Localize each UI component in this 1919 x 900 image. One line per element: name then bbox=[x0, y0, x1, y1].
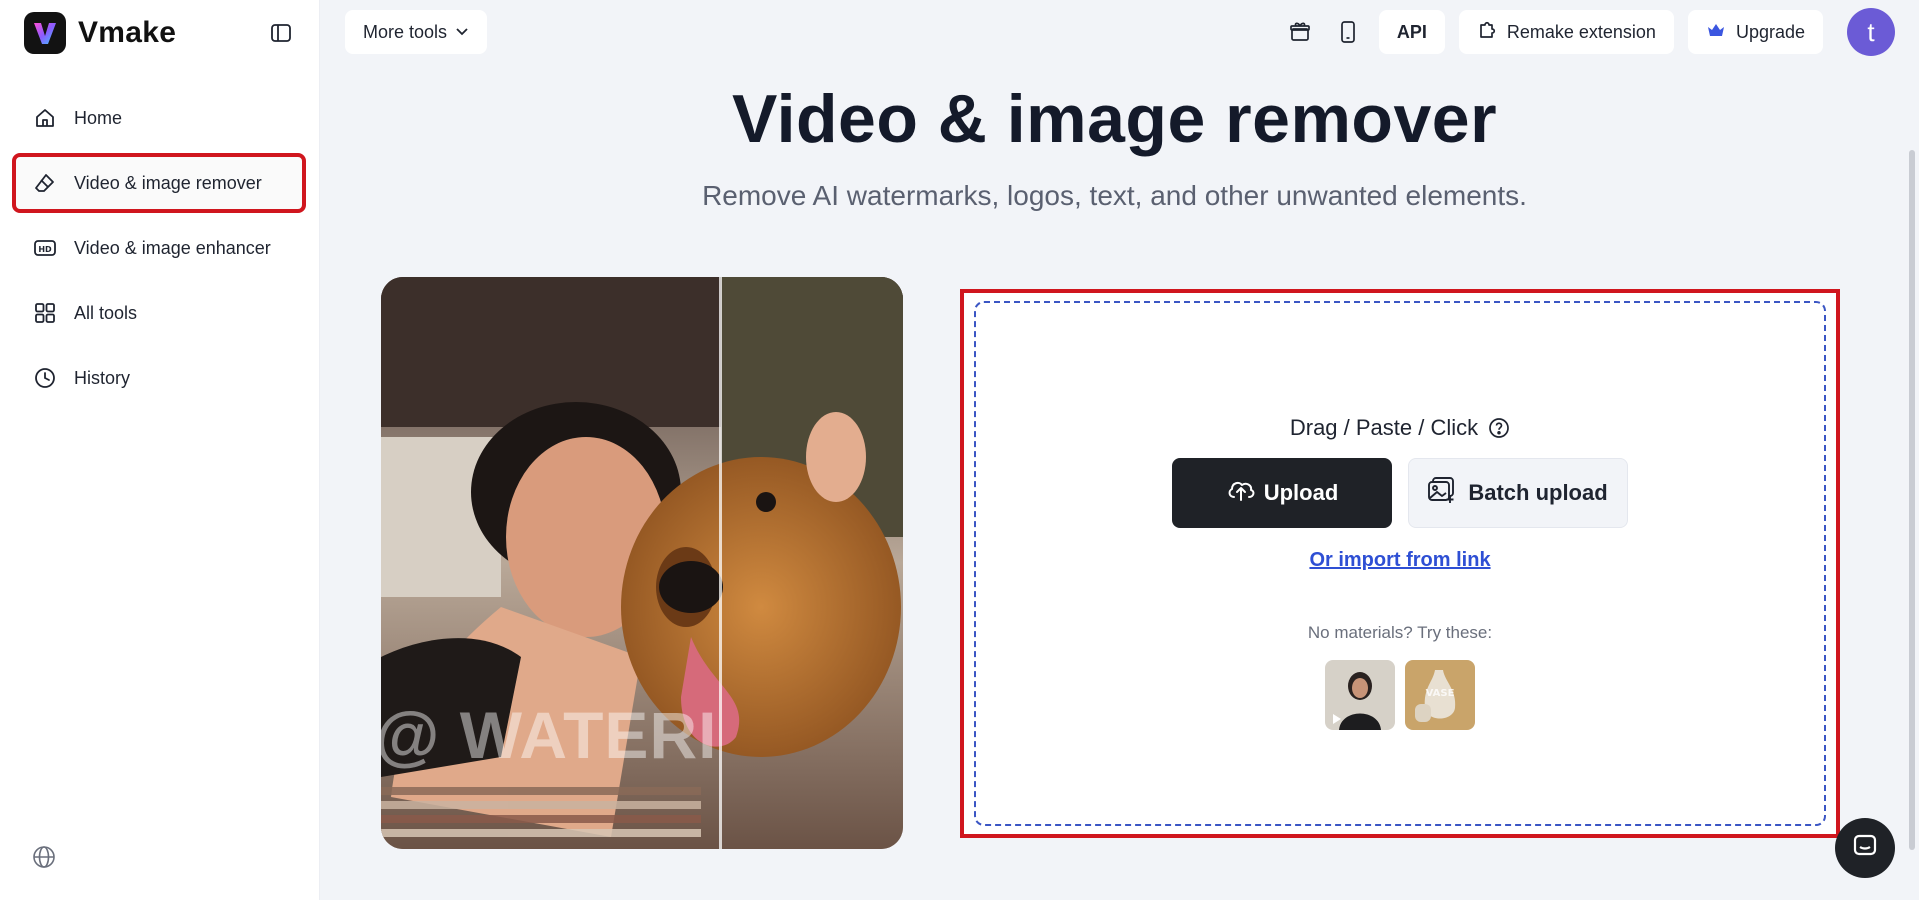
watermark-text: @ WATERI bbox=[381, 698, 715, 772]
drag-text: Drag / Paste / Click bbox=[1289, 415, 1479, 440]
sidebar-item-home[interactable]: Home bbox=[14, 90, 304, 146]
page-subtitle: Remove AI watermarks, logos, text, and o… bbox=[702, 180, 1527, 211]
batch-upload-button[interactable]: Batch upload bbox=[1408, 458, 1628, 528]
sidebar-item-label: Home bbox=[74, 107, 123, 128]
sidebar-toggle-icon[interactable] bbox=[266, 18, 296, 48]
sidebar-item-history[interactable]: History bbox=[14, 350, 304, 406]
sidebar-item-video-image-enhancer[interactable]: HD Video & image enhancer bbox=[14, 220, 304, 276]
home-icon bbox=[32, 105, 58, 131]
upload-buttons: Upload Batch upload bbox=[976, 458, 1824, 528]
app-root: Vmake Home Video & image remover HD Vide… bbox=[0, 0, 1919, 900]
sample-image-thumbnail[interactable]: VASE bbox=[1405, 660, 1475, 730]
more-tools-label: More tools bbox=[363, 21, 448, 42]
api-label: API bbox=[1396, 21, 1427, 42]
sidebar-item-video-image-remover[interactable]: Video & image remover bbox=[12, 153, 306, 213]
brand-name: Vmake bbox=[78, 16, 177, 49]
help-icon[interactable] bbox=[1488, 417, 1510, 439]
avatar[interactable]: t bbox=[1847, 8, 1895, 56]
puzzle-icon bbox=[1477, 20, 1497, 45]
api-button[interactable]: API bbox=[1378, 10, 1445, 54]
import-from-link-link[interactable]: Or import from link bbox=[1309, 549, 1490, 571]
gift-icon[interactable] bbox=[1283, 10, 1317, 54]
compare-slider-handle[interactable] bbox=[719, 277, 722, 849]
sidebar-nav: Home Video & image remover HD Video & im… bbox=[12, 90, 306, 415]
sidebar: Vmake Home Video & image remover HD Vide… bbox=[0, 0, 320, 900]
sidebar-item-label: History bbox=[74, 367, 131, 388]
svg-text:VASE: VASE bbox=[1426, 688, 1455, 699]
mobile-icon[interactable] bbox=[1331, 10, 1365, 54]
upload-button[interactable]: Upload bbox=[1172, 458, 1392, 528]
upgrade-button[interactable]: Upgrade bbox=[1687, 10, 1823, 54]
chat-icon bbox=[1851, 832, 1879, 865]
grid-icon bbox=[32, 300, 58, 326]
sidebar-item-label: Video & image remover bbox=[74, 172, 262, 193]
page-scrollbar[interactable] bbox=[1909, 150, 1915, 850]
upload-dropzone[interactable]: Drag / Paste / Click Upload Batch upload… bbox=[974, 301, 1826, 826]
upload-label: Upload bbox=[1263, 480, 1339, 505]
brand[interactable]: Vmake bbox=[24, 12, 176, 54]
svg-text:HD: HD bbox=[38, 245, 52, 254]
sidebar-item-all-tools[interactable]: All tools bbox=[14, 285, 304, 341]
demo-before-after-image: @ WATERI bbox=[381, 277, 903, 849]
upgrade-label: Upgrade bbox=[1735, 21, 1805, 42]
batch-image-icon bbox=[1428, 476, 1458, 510]
topbar-actions: API Remake extension Upgrade t bbox=[1283, 8, 1895, 56]
vmake-logo-icon bbox=[24, 12, 66, 54]
crown-icon bbox=[1706, 20, 1726, 45]
import-from-link: Or import from link bbox=[976, 549, 1824, 572]
upload-panel: Drag / Paste / Click Upload Batch upload… bbox=[960, 289, 1840, 838]
drag-paste-click-hint: Drag / Paste / Click bbox=[976, 415, 1824, 441]
remake-extension-button[interactable]: Remake extension bbox=[1458, 10, 1674, 54]
batch-upload-label: Batch upload bbox=[1468, 480, 1608, 505]
more-tools-dropdown[interactable]: More tools bbox=[345, 10, 488, 54]
page-title: Video & image remover bbox=[731, 81, 1498, 157]
chevron-down-icon bbox=[455, 22, 469, 43]
cloud-upload-icon bbox=[1226, 477, 1256, 509]
remake-extension-label: Remake extension bbox=[1506, 21, 1656, 42]
sidebar-item-label: Video & image enhancer bbox=[74, 237, 271, 258]
sidebar-item-label: All tools bbox=[74, 302, 138, 323]
sample-video-thumbnail[interactable] bbox=[1325, 660, 1395, 730]
globe-icon[interactable] bbox=[32, 845, 58, 871]
eraser-icon bbox=[32, 170, 58, 196]
samples-label: No materials? Try these: bbox=[1307, 623, 1493, 642]
clock-icon bbox=[32, 365, 58, 391]
hd-icon: HD bbox=[32, 235, 58, 261]
sample-thumbnails: VASE bbox=[976, 660, 1824, 730]
chat-support-button[interactable] bbox=[1835, 818, 1895, 878]
